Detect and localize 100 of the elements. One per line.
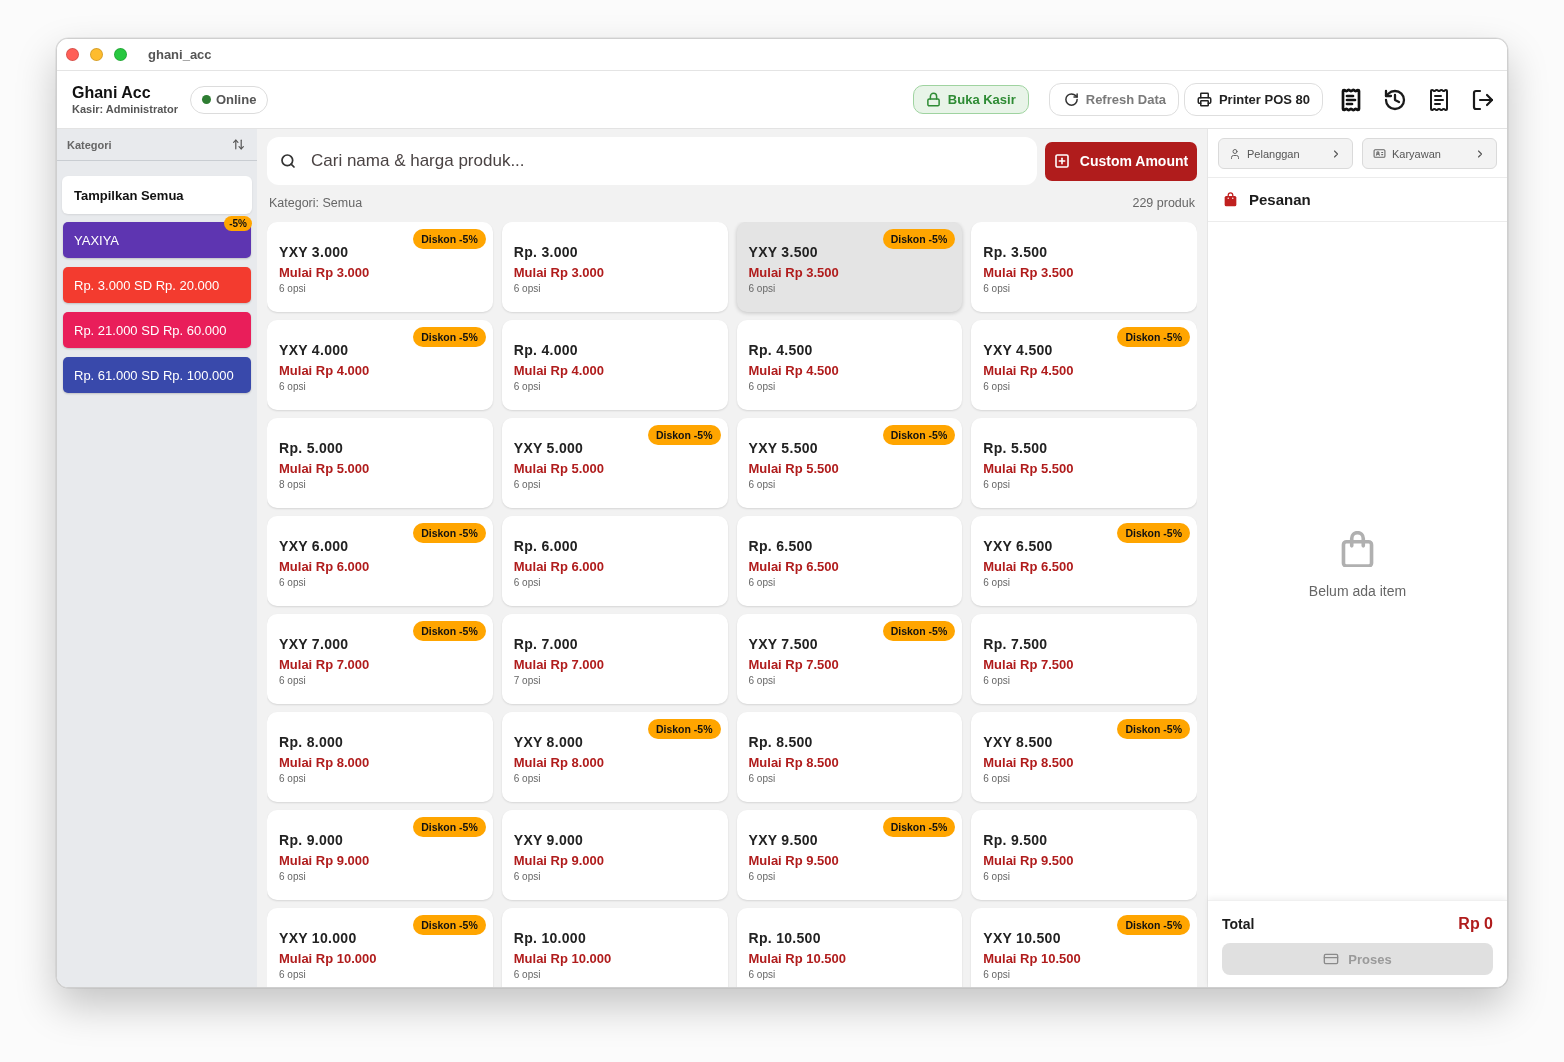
- maximize-icon[interactable]: [114, 48, 127, 61]
- product-card[interactable]: YXY 4.000 Mulai Rp 4.000 6 opsi Diskon -5%: [267, 320, 493, 410]
- product-card[interactable]: YXY 8.000 Mulai Rp 8.000 6 opsi Diskon -5%: [501, 712, 728, 802]
- product-card[interactable]: YXY 8.500 Mulai Rp 8.500 6 opsi Diskon -5%: [971, 712, 1197, 802]
- product-price: Mulai Rp 10.000: [513, 950, 612, 967]
- custom-amount-button[interactable]: Custom Amount: [1045, 141, 1197, 181]
- close-icon[interactable]: [66, 48, 79, 61]
- receipt-icon[interactable]: [1427, 87, 1451, 112]
- option-count: 6 opsi: [279, 674, 306, 687]
- open-register-button[interactable]: Buka Kasir: [912, 85, 1029, 114]
- product-card[interactable]: Rp. 7.000 Mulai Rp 7.000 7 opsi: [501, 614, 728, 704]
- product-price: Mulai Rp 4.000: [279, 362, 370, 379]
- product-name: Rp. 8.500: [748, 733, 813, 751]
- product-card[interactable]: Rp. 5.000 Mulai Rp 5.000 8 opsi: [267, 418, 493, 508]
- discount-badge: Diskon -5%: [882, 621, 956, 641]
- option-count: 6 opsi: [513, 772, 541, 785]
- product-price: Mulai Rp 5.500: [748, 460, 839, 477]
- product-card[interactable]: YXY 10.000 Mulai Rp 10.000 6 opsi Diskon -5%: [267, 908, 493, 987]
- option-count: 6 opsi: [279, 870, 306, 883]
- product-card[interactable]: Rp. 4.500 Mulai Rp 4.500 6 opsi: [736, 320, 963, 410]
- product-card[interactable]: YXY 9.000 Mulai Rp 9.000 6 opsi: [501, 810, 728, 900]
- discount-badge: Diskon -5%: [1117, 719, 1190, 739]
- option-count: 7 opsi: [513, 674, 541, 687]
- product-card[interactable]: Rp. 9.000 Mulai Rp 9.000 6 opsi Diskon -5%: [267, 810, 493, 900]
- product-card[interactable]: YXY 4.500 Mulai Rp 4.500 6 opsi Diskon -5%: [971, 320, 1197, 410]
- product-card[interactable]: Rp. 8.500 Mulai Rp 8.500 6 opsi: [736, 712, 963, 802]
- discount-badge: Diskon -5%: [413, 229, 486, 249]
- category-item[interactable]: Rp. 21.000 SD Rp. 60.000: [63, 312, 251, 348]
- product-name: YXY 10.500: [983, 929, 1061, 947]
- product-price: Mulai Rp 3.500: [748, 264, 839, 281]
- option-count: 6 opsi: [748, 380, 776, 393]
- employee-button[interactable]: Karyawan: [1362, 138, 1497, 169]
- product-card[interactable]: Rp. 10.000 Mulai Rp 10.000 6 opsi: [501, 908, 728, 987]
- product-name: Rp. 3.500: [983, 243, 1048, 261]
- history-icon[interactable]: [1383, 87, 1407, 112]
- receipt-icon[interactable]: [1339, 87, 1363, 112]
- option-count: 6 opsi: [513, 380, 541, 393]
- product-card[interactable]: YXY 3.000 Mulai Rp 3.000 6 opsi Diskon -5%: [267, 222, 493, 312]
- product-price: Mulai Rp 7.500: [748, 656, 839, 673]
- category-item[interactable]: Tampilkan Semua: [63, 177, 251, 213]
- product-card[interactable]: Rp. 7.500 Mulai Rp 7.500 6 opsi: [971, 614, 1197, 704]
- product-name: Rp. 4.000: [513, 341, 578, 359]
- product-card[interactable]: Rp. 3.500 Mulai Rp 3.500 6 opsi: [971, 222, 1197, 312]
- product-card[interactable]: YXY 10.500 Mulai Rp 10.500 6 opsi Diskon -5%: [971, 908, 1197, 987]
- product-name: YXY 5.000: [513, 439, 584, 457]
- search-field[interactable]: Cari nama & harga produk...: [267, 137, 1037, 185]
- product-card[interactable]: Rp. 8.000 Mulai Rp 8.000 6 opsi: [267, 712, 493, 802]
- product-card[interactable]: YXY 9.500 Mulai Rp 9.500 6 opsi Diskon -5%: [736, 810, 963, 900]
- option-count: 6 opsi: [279, 282, 306, 295]
- option-count: 6 opsi: [279, 772, 306, 785]
- product-price: Mulai Rp 3.000: [513, 264, 605, 281]
- customer-button[interactable]: Pelanggan: [1218, 138, 1353, 169]
- product-price: Mulai Rp 5.000: [513, 460, 605, 477]
- product-card[interactable]: Rp. 6.500 Mulai Rp 6.500 6 opsi: [736, 516, 963, 606]
- product-card[interactable]: Rp. 10.500 Mulai Rp 10.500 6 opsi: [736, 908, 963, 987]
- product-price: Mulai Rp 8.000: [279, 754, 370, 771]
- product-card[interactable]: Rp. 9.500 Mulai Rp 9.500 6 opsi: [971, 810, 1197, 900]
- credit-card-icon: [1323, 951, 1340, 967]
- discount-badge: Diskon -5%: [882, 425, 956, 445]
- product-card[interactable]: YXY 5.500 Mulai Rp 5.500 6 opsi Diskon -5%: [736, 418, 963, 508]
- product-name: YXY 4.000: [279, 341, 349, 359]
- refresh-button[interactable]: Refresh Data: [1048, 83, 1179, 116]
- sort-icon[interactable]: [232, 138, 245, 151]
- product-card[interactable]: YXY 7.500 Mulai Rp 7.500 6 opsi Diskon -5%: [736, 614, 963, 704]
- store-name: Ghani Acc: [72, 83, 152, 102]
- product-card[interactable]: Rp. 6.000 Mulai Rp 6.000 6 opsi: [501, 516, 728, 606]
- product-price: Mulai Rp 6.000: [279, 558, 370, 575]
- product-name: YXY 3.000: [279, 243, 349, 261]
- total-amount: Rp 0: [1458, 915, 1493, 933]
- logout-icon[interactable]: [1471, 87, 1495, 112]
- option-count: 6 opsi: [983, 968, 1010, 981]
- lock-icon: [925, 92, 941, 107]
- product-card[interactable]: Rp. 5.500 Mulai Rp 5.500 6 opsi: [971, 418, 1197, 508]
- product-name: YXY 7.000: [279, 635, 349, 653]
- printer-button[interactable]: Printer POS 80: [1183, 83, 1323, 116]
- product-card[interactable]: Rp. 3.000 Mulai Rp 3.000 6 opsi: [501, 222, 728, 312]
- option-count: 6 opsi: [748, 674, 776, 687]
- option-count: 6 opsi: [983, 576, 1010, 589]
- discount-badge: Diskon -5%: [413, 327, 486, 347]
- option-count: 6 opsi: [513, 576, 541, 589]
- product-card[interactable]: YXY 6.000 Mulai Rp 6.000 6 opsi Diskon -5%: [267, 516, 493, 606]
- product-card[interactable]: YXY 7.000 Mulai Rp 7.000 6 opsi Diskon -5%: [267, 614, 493, 704]
- option-count: 6 opsi: [983, 380, 1010, 393]
- product-name: YXY 6.000: [279, 537, 349, 555]
- discount-badge: Diskon -5%: [1117, 523, 1190, 543]
- product-card[interactable]: Rp. 4.000 Mulai Rp 4.000 6 opsi: [501, 320, 728, 410]
- option-count: 6 opsi: [983, 282, 1010, 295]
- option-count: 6 opsi: [513, 282, 541, 295]
- option-count: 6 opsi: [748, 282, 776, 295]
- product-card[interactable]: YXY 6.500 Mulai Rp 6.500 6 opsi Diskon -5%: [971, 516, 1197, 606]
- discount-badge: Diskon -5%: [413, 523, 486, 543]
- category-item[interactable]: Rp. 61.000 SD Rp. 100.000: [63, 357, 251, 393]
- id-card-icon: [1373, 147, 1386, 160]
- option-count: 6 opsi: [983, 772, 1010, 785]
- product-card[interactable]: YXY 3.500 Mulai Rp 3.500 6 opsi Diskon -5%: [736, 222, 963, 312]
- product-name: Rp. 9.000: [279, 831, 344, 849]
- product-price: Mulai Rp 5.000: [279, 460, 370, 477]
- product-card[interactable]: YXY 5.000 Mulai Rp 5.000 6 opsi Diskon -5%: [501, 418, 728, 508]
- category-item[interactable]: Rp. 3.000 SD Rp. 20.000: [63, 267, 251, 303]
- discount-badge: Diskon -5%: [413, 621, 486, 641]
